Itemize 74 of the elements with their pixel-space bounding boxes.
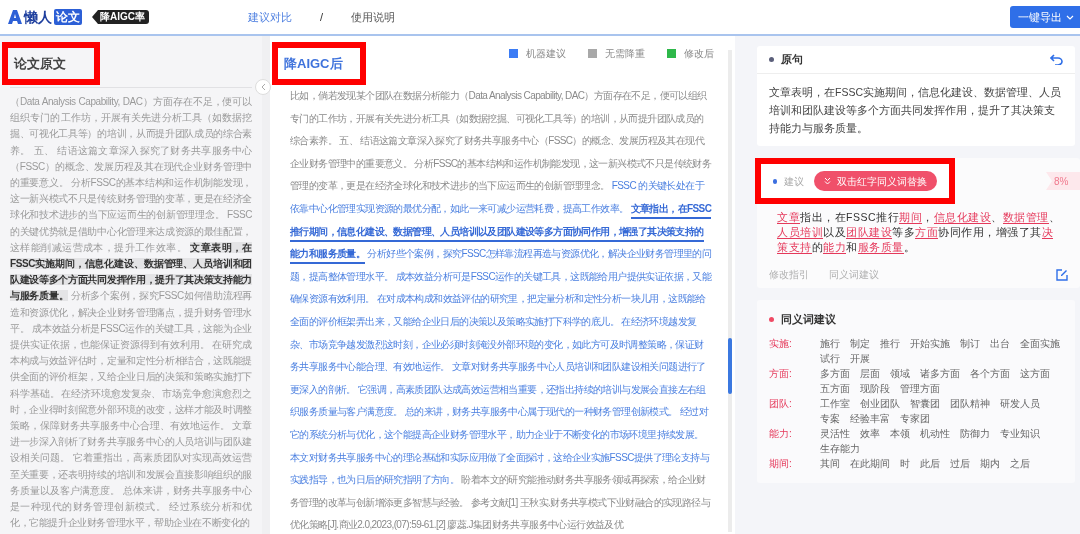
product-tag: 降AIGC率 xyxy=(92,10,149,24)
synonym-word[interactable]: 开始实施 xyxy=(910,335,950,351)
synonym-word[interactable]: 创业团队 xyxy=(860,395,900,411)
score-badge: 8% xyxy=(1046,172,1080,190)
legend-label: 机器建议 xyxy=(526,47,566,61)
synonym-word[interactable]: 时 xyxy=(900,455,910,471)
synonym-word[interactable]: 专业知识 xyxy=(1000,425,1040,441)
synonym-word[interactable]: 出台 xyxy=(990,335,1010,351)
synonym-word[interactable]: 管理方面 xyxy=(900,380,940,396)
synonym-word[interactable]: 试行 xyxy=(820,350,840,366)
edit-icon[interactable] xyxy=(1056,268,1068,281)
synonym-word[interactable]: 期内 xyxy=(980,455,1000,471)
synonym-term: 实施: xyxy=(769,336,793,351)
synonym-word[interactable]: 全面实施 xyxy=(1020,335,1060,351)
synonym-word[interactable]: 专家团 xyxy=(900,410,930,426)
synonym-term: 团队: xyxy=(769,396,793,411)
export-button[interactable]: 一键导出 xyxy=(1010,6,1080,28)
synonym-word[interactable]: 其间 xyxy=(820,455,840,471)
synonym-word[interactable]: 多方面 xyxy=(820,365,850,381)
synonym-word[interactable]: 制订 xyxy=(960,335,980,351)
synonym-word[interactable]: 这方面 xyxy=(1020,365,1050,381)
synonym-word[interactable]: 推行 xyxy=(880,335,900,351)
chevron-left-icon xyxy=(260,83,266,91)
synonym-word[interactable]: 各个方面 xyxy=(970,365,1010,381)
synonym-word[interactable]: 灵活性 xyxy=(820,425,850,441)
synonym-word[interactable]: 经验丰富 xyxy=(850,410,890,426)
synonym-word[interactable]: 五方面 xyxy=(820,380,850,396)
synonym-word[interactable]: 施行 xyxy=(820,335,840,351)
synonym-word[interactable]: 本领 xyxy=(890,425,910,441)
synonym-word[interactable]: 智囊团 xyxy=(910,395,940,411)
legend-label: 修改后 xyxy=(684,47,714,61)
legend-label: 无需降重 xyxy=(605,47,645,61)
synonym-term: 方面: xyxy=(769,366,793,381)
synonym-word[interactable]: 领域 xyxy=(890,365,910,381)
synonym-word[interactable]: 过后 xyxy=(950,455,970,471)
logo-icon xyxy=(8,10,22,24)
synonym-word[interactable]: 现阶段 xyxy=(860,380,890,396)
synonym-word[interactable]: 之后 xyxy=(1010,455,1030,471)
bullet-icon xyxy=(769,57,774,62)
card-title: 同义词建议 xyxy=(781,312,836,327)
sentence-text: 文章表明，在FSSC实施期间，信息化建设、数据管理、人员培训和团队建设等多个方面共同发挥作用，提升了其决策支持能力与服务质量。 xyxy=(768,85,1062,136)
logo-badge: 论文 xyxy=(54,9,82,25)
synonym-word[interactable]: 研发人员 xyxy=(1000,395,1040,411)
bullet-icon xyxy=(769,317,774,323)
nav-separator: / xyxy=(320,9,324,25)
replace-button[interactable]: 双击红字同义词替换 xyxy=(814,171,937,191)
synonym-word[interactable]: 团队精神 xyxy=(950,395,990,411)
nav-link[interactable]: 使用说明 xyxy=(351,8,396,26)
synonym-word[interactable]: 工作室 xyxy=(820,395,850,411)
synonym-term: 能力: xyxy=(769,426,793,441)
revised-text: 比如，倘若发现某个团队在数据分析能力（Data Analysis Capability, DAC）方面存在不足，便可以组织专门的工作坊，开展有关先进分析工具（如数据挖掘、可视化工具等）的培训，从而提升团队成员的综合素养。 五、 结语这篇文章深入探究了财务共享服务中心（FSSC）的概念、发展历程及其在现代企业财务管理中的重要意义。 分析FSSC的基本结构和运作机制能发现，这一新兴模式不只是传统财务管理的变革，更是在经济全球化和技术进步的当下应运而生的创新管理理念。 FSSC 的关键长处在于依靠中心化管理实现资源的最优分配，如此一来可减少运营耗费，提高工作效率。 文章指出，在FSSC推行期间，信息化建设、数据管理、人员培训以及团队建设等多方面协同作用，增强了其决策支持的能力和服务质量。 分析好些个案例，探究FSSC怎样靠流程再造与资源优化，解决企业财务管理里的问题，提高整体管理水平。 成本效益分析可是FSSC运作的关键工具，这既能给用户提供实证依据，又能确保资源有效利用。 在对成本构成和效益评估的研究里，把定量分析和定性分析一块儿用，这既能给全面的评价框架弄出来，又能给企业日后的决策以及策略实施打下科学的底儿。 在经济环境越发复杂、市场竞争越发激烈这时刻，企业必须时刻淹没外部环境的变化，如此方可及时调整策略，保证财务共享服务中心能合理、有效地运作。 文章对财务共享服务中心人员培训和团队建设相关问题进行了更深入的剖析。 它强调，高素质团队达成高效运营相当重要，还指出持续的培训与发展会直接左右组织服务质量与客户满意度。 总的来讲，财务共享服务中心属于现代的一种财务管理创新模式。 经过对它的系统分析与优化，这个能提高企业财务管理水平，助力企业于不断变化的市场环境里持续发展。本文对财务共享服务中心的理论基础和实际应用做了全面探讨，这给企业实施FSSC提供了理论支持与实践指导，也为日后的研究指明了方向。 盼着本文的研究能推动财务共享服务领域再探索，给企业财务管理的改革与创新增添更多智慧与经验。 参考文献[1] 王秋实.财务共享模式下业财融合的实现路径与优化策略[J].商业2.0,2023,(07):59-61.[2] 廖蕊.J集团财务共享服务中心运行效益及优 xyxy=(289,89,713,533)
synonym-word[interactable]: 机动性 xyxy=(920,425,950,441)
synonym-word[interactable]: 制定 xyxy=(850,335,870,351)
synonym-word[interactable]: 在此期间 xyxy=(850,455,890,471)
synonym-word[interactable]: 此后 xyxy=(920,455,940,471)
synonym-word[interactable]: 层面 xyxy=(860,365,880,381)
card-title: 原句 xyxy=(781,51,803,67)
synonym-word[interactable]: 诸多方面 xyxy=(920,365,960,381)
double-chevron-icon xyxy=(824,177,831,185)
synonym-word[interactable]: 效率 xyxy=(860,425,880,441)
synonym-word[interactable]: 防御力 xyxy=(960,425,990,441)
synonym-word[interactable]: 专案 xyxy=(820,410,840,426)
synonym-word[interactable]: 开展 xyxy=(850,350,870,366)
caret-icon xyxy=(1066,13,1074,21)
panel-title: 降AIGC后 xyxy=(284,54,343,73)
card-title: 建议 xyxy=(784,174,806,189)
synonym-word[interactable]: 生存能力 xyxy=(820,440,860,456)
bullet-icon xyxy=(773,178,778,184)
nav-link[interactable]: 建议对比 xyxy=(248,8,292,26)
logo-text: 懒人 xyxy=(24,7,52,27)
panel-title: 论文原文 xyxy=(14,54,66,73)
undo-icon[interactable] xyxy=(1050,54,1063,65)
suggestion-text: 文章指出，在FSSC推行期间，信息化建设、数据管理、 人员培训以及团队建设等多方面协同作用，增强了其决策支持的能力和服务质量。 xyxy=(776,210,1061,255)
synonym-term: 期间: xyxy=(769,456,793,471)
